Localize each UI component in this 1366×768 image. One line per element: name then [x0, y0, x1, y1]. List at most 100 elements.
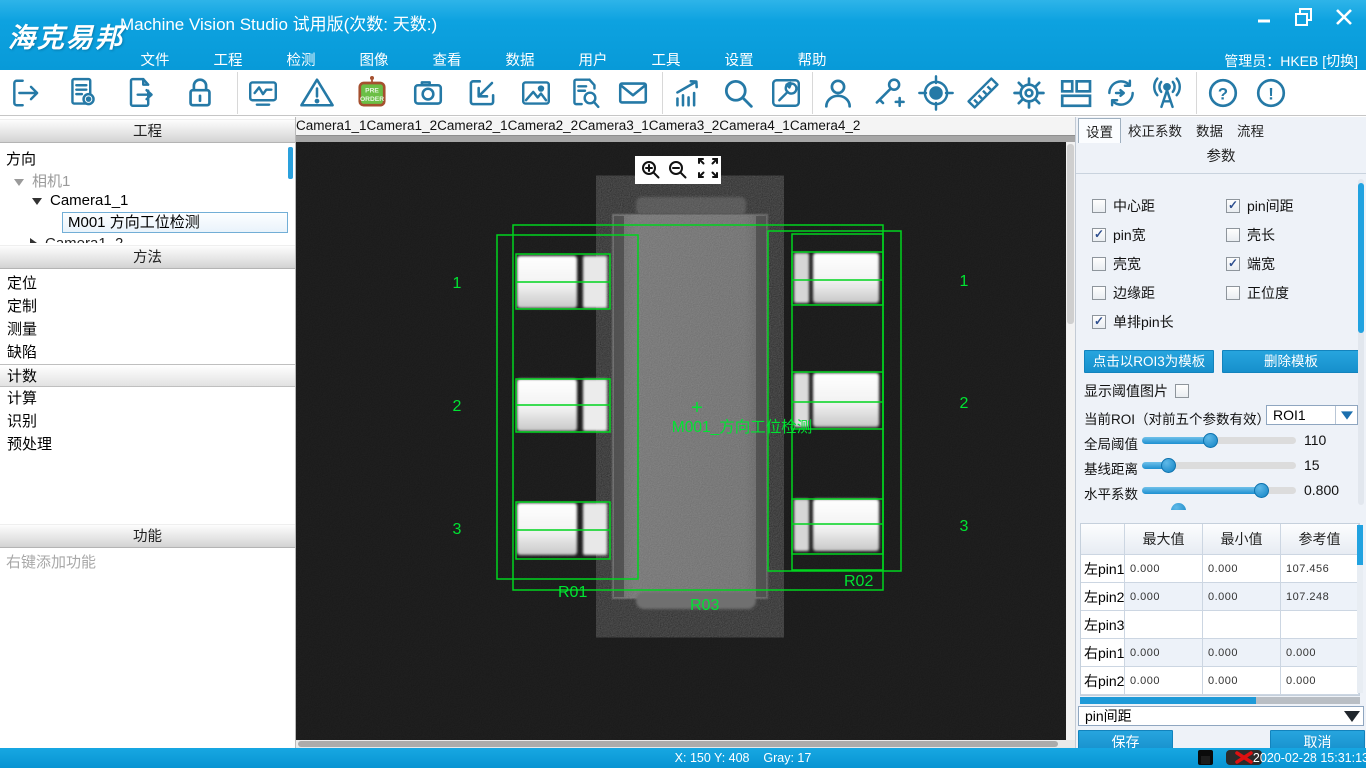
checkbox-icon[interactable] — [1226, 257, 1240, 271]
table-row[interactable]: 左pin10.000 0.000107.456 — [1081, 555, 1359, 583]
image-icon[interactable] — [516, 73, 556, 113]
search-icon[interactable] — [718, 73, 758, 113]
menu-item[interactable]: 帮助 — [797, 49, 827, 70]
right-tab[interactable]: 设置 — [1078, 118, 1121, 143]
chevron-down-icon[interactable] — [1335, 406, 1357, 424]
info-icon[interactable]: ! — [1251, 73, 1291, 113]
table-row[interactable]: 右pin20.000 0.0000.000 — [1081, 667, 1359, 695]
tree-item-camera[interactable]: Camera1_1 — [32, 192, 128, 209]
menu-item[interactable]: 用户 — [578, 49, 608, 70]
show-threshold-checkbox[interactable]: 显示阈值图片 — [1084, 382, 1189, 400]
restore-button[interactable] — [1292, 6, 1316, 28]
menu-item[interactable]: 检测 — [286, 49, 316, 70]
table-row[interactable]: 左pin20.000 0.000107.248 — [1081, 583, 1359, 611]
right-tab[interactable]: 流程 — [1230, 118, 1271, 143]
checkbox-icon[interactable] — [1226, 228, 1240, 242]
camera-tab[interactable]: Camera2_2 — [508, 117, 579, 135]
statistics-icon[interactable] — [668, 73, 708, 113]
menu-item[interactable]: 工具 — [651, 49, 681, 70]
tab-scrollbar[interactable] — [296, 135, 1075, 142]
layout-panels-icon[interactable] — [1055, 73, 1095, 113]
checkbox-icon[interactable] — [1092, 199, 1106, 213]
checkbox-icon[interactable] — [1092, 315, 1106, 329]
checkbox-icon[interactable] — [1092, 228, 1106, 242]
table-row[interactable]: 右pin10.000 0.0000.000 — [1081, 639, 1359, 667]
param-checkbox[interactable]: 边缘距 — [1092, 284, 1155, 302]
checkbox-icon[interactable] — [1226, 199, 1240, 213]
table-horizontal-scrollbar[interactable] — [1080, 697, 1360, 704]
image-vertical-scrollbar[interactable] — [1066, 142, 1075, 740]
method-item[interactable]: 缺陷 — [0, 341, 295, 364]
param-checkbox[interactable]: pin间距 — [1226, 197, 1294, 215]
warning-icon[interactable] — [297, 73, 337, 113]
camera-tab[interactable]: Camera1_2 — [367, 117, 438, 135]
delete-template-button[interactable]: 删除模板 — [1222, 350, 1360, 373]
ruler-icon[interactable] — [963, 73, 1003, 113]
sync-icon[interactable] — [1101, 73, 1141, 113]
partial-slider-thumb[interactable] — [1171, 503, 1186, 510]
collapsed-icon[interactable] — [30, 238, 37, 243]
method-item[interactable]: 定制 — [0, 295, 295, 318]
camera-tab[interactable]: Camera1_1 — [296, 117, 367, 135]
table-vertical-scrollbar[interactable] — [1357, 525, 1363, 693]
param-checkbox[interactable]: 单排pin长 — [1092, 313, 1174, 331]
method-item[interactable]: 预处理 — [0, 433, 295, 456]
method-item[interactable]: 识别 — [0, 410, 295, 433]
method-item[interactable]: 定位 — [0, 272, 295, 295]
menu-item[interactable]: 工程 — [213, 49, 243, 70]
menu-item[interactable]: 查看 — [432, 49, 462, 70]
roi-select[interactable]: ROI1 — [1266, 405, 1358, 425]
minimize-button[interactable] — [1252, 6, 1276, 28]
table-row[interactable]: 左pin3 — [1081, 611, 1359, 639]
tree-item-partial[interactable]: Camera1_2 — [30, 235, 280, 243]
tree-item-camera-group[interactable]: 相机1 — [14, 170, 70, 191]
settings-gear-icon[interactable] — [1009, 73, 1049, 113]
param-checkbox[interactable]: 壳长 — [1226, 226, 1275, 244]
slider-thumb[interactable] — [1254, 483, 1269, 498]
close-button[interactable] — [1332, 6, 1356, 28]
menu-item[interactable]: 文件 — [140, 49, 170, 70]
exit-icon[interactable] — [6, 73, 46, 113]
params-scrollbar[interactable] — [1358, 179, 1364, 505]
checkbox-icon[interactable] — [1092, 286, 1106, 300]
param-checkbox[interactable]: pin宽 — [1092, 226, 1146, 244]
menu-item[interactable]: 图像 — [359, 49, 389, 70]
tools-box-icon[interactable] — [766, 73, 806, 113]
camera-icon[interactable] — [408, 73, 448, 113]
set-template-button[interactable]: 点击以ROI3为模板 — [1084, 350, 1214, 373]
checkbox-icon[interactable] — [1175, 384, 1189, 398]
tree-scrollbar[interactable] — [288, 147, 293, 179]
help-icon[interactable]: ? — [1203, 73, 1243, 113]
param-checkbox[interactable]: 壳宽 — [1092, 255, 1141, 273]
baseline-slider[interactable] — [1142, 462, 1296, 469]
expand-icon[interactable] — [32, 198, 42, 205]
chevron-down-icon[interactable] — [1341, 707, 1363, 725]
key-add-icon[interactable] — [868, 73, 908, 113]
horizontal-coef-slider[interactable] — [1142, 487, 1296, 494]
switch-user-link[interactable]: [切换] — [1322, 53, 1358, 69]
camera-tab[interactable]: Camera3_2 — [649, 117, 720, 135]
target-icon[interactable] — [916, 73, 956, 113]
document-search-icon[interactable] — [565, 73, 605, 113]
preorder-badge-icon[interactable]: PRE ORDER — [352, 73, 392, 113]
menu-item[interactable]: 数据 — [505, 49, 535, 70]
checkbox-icon[interactable] — [1226, 286, 1240, 300]
method-item[interactable]: 计数 — [0, 364, 295, 387]
lock-icon[interactable] — [180, 73, 220, 113]
image-horizontal-scrollbar[interactable] — [296, 740, 1075, 748]
method-item[interactable]: 测量 — [0, 318, 295, 341]
import-icon[interactable] — [462, 73, 502, 113]
slider-thumb[interactable] — [1203, 433, 1218, 448]
tree-item-root[interactable]: 方向 — [6, 148, 36, 169]
menu-item[interactable]: 设置 — [724, 49, 754, 70]
camera-tab[interactable]: Camera3_1 — [578, 117, 649, 135]
stop-icon[interactable] — [1197, 750, 1214, 768]
monitor-signal-icon[interactable] — [243, 73, 283, 113]
param-checkbox[interactable]: 正位度 — [1226, 284, 1289, 302]
antenna-icon[interactable] — [1147, 73, 1187, 113]
right-tab[interactable]: 数据 — [1189, 118, 1230, 143]
threshold-slider[interactable] — [1142, 437, 1296, 444]
slider-thumb[interactable] — [1161, 458, 1176, 473]
camera-tab[interactable]: Camera2_1 — [437, 117, 508, 135]
method-item[interactable]: 计算 — [0, 387, 295, 410]
